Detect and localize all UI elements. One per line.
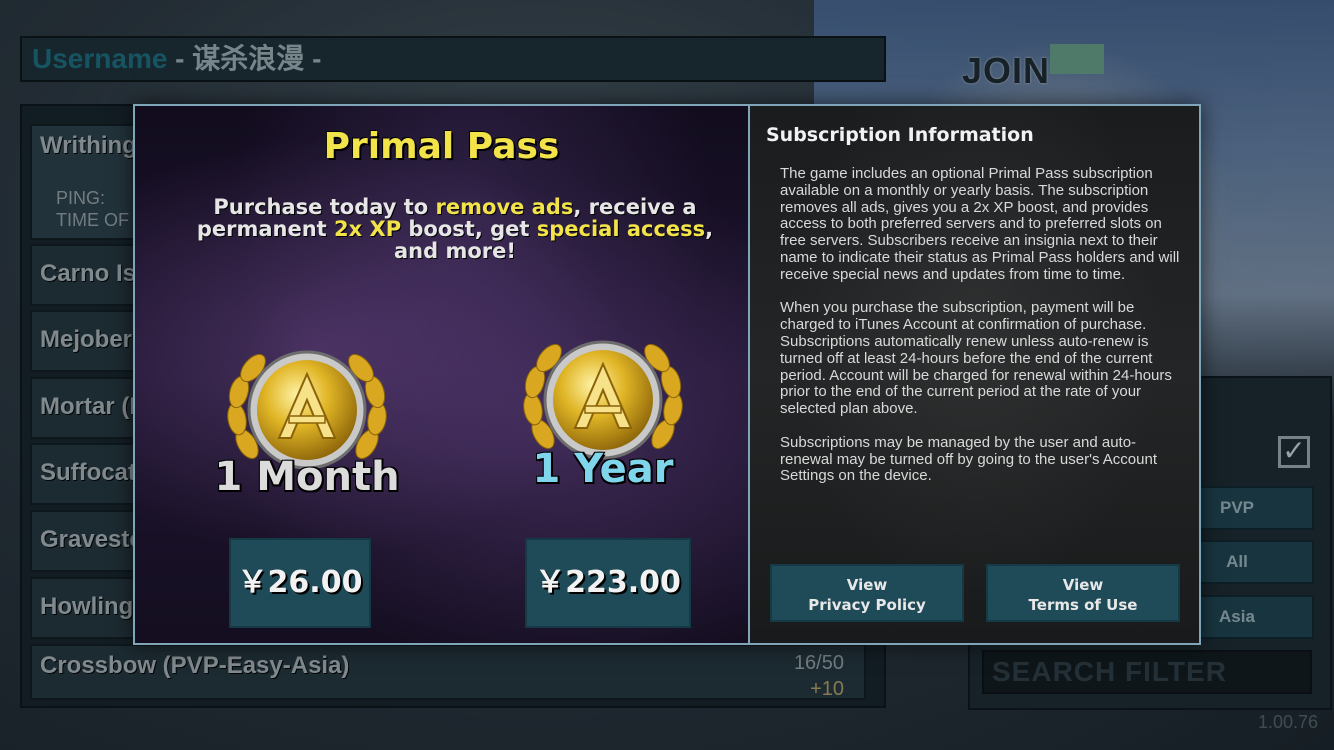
subscription-info-pane: Subscription Information The game includ… xyxy=(748,106,1199,643)
pass-description: Purchase today to remove ads, receive a … xyxy=(195,196,715,262)
primal-pass-dialog: Primal Pass Purchase today to remove ads… xyxy=(133,104,1201,645)
button-label: Terms of Use xyxy=(1028,596,1138,614)
info-paragraph: Subscriptions may be managed by the user… xyxy=(780,433,1157,485)
plan-month-label: 1 Month xyxy=(214,454,400,500)
button-label: View xyxy=(1062,576,1104,594)
desc-highlight: special access xyxy=(536,217,706,241)
desc-highlight: 2x XP xyxy=(334,217,402,241)
view-terms-of-use-button[interactable]: View Terms of Use xyxy=(986,564,1180,622)
info-title: Subscription Information xyxy=(766,124,1034,146)
button-label: View xyxy=(846,576,888,594)
buy-month-button[interactable]: ￥26.00 xyxy=(229,538,371,628)
info-paragraph: When you purchase the subscription, paym… xyxy=(780,299,1172,418)
desc-text: Purchase today to xyxy=(213,195,436,219)
plan-year-label: 1 Year xyxy=(532,446,674,492)
view-privacy-policy-button[interactable]: View Privacy Policy xyxy=(770,564,964,622)
buy-year-button[interactable]: ￥223.00 xyxy=(525,538,691,628)
info-body: The game includes an optional Primal Pas… xyxy=(780,165,1186,502)
desc-highlight: remove ads xyxy=(435,195,574,219)
plan-year: 1 Year ￥223.00 xyxy=(513,334,693,634)
button-label: Privacy Policy xyxy=(808,596,926,614)
desc-text: boost, get xyxy=(401,217,537,241)
info-paragraph: The game includes an optional Primal Pas… xyxy=(780,165,1180,283)
pass-offer-pane: Primal Pass Purchase today to remove ads… xyxy=(135,106,748,643)
plan-month: 1 Month ￥26.00 xyxy=(214,334,400,634)
pass-title: Primal Pass xyxy=(323,126,560,167)
